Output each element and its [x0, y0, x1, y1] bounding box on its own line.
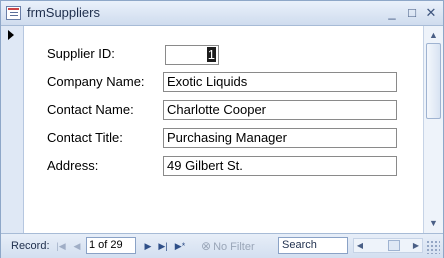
horizontal-scroll-thumb[interactable]: [388, 240, 400, 251]
current-record-icon: [8, 30, 14, 40]
filter-toggle[interactable]: ⊗ No Filter: [201, 239, 255, 254]
title-bar[interactable]: frmSuppliers _ □ ✕: [1, 1, 443, 26]
search-input[interactable]: Search: [278, 237, 348, 254]
next-record-icon[interactable]: ▶: [142, 239, 154, 253]
scroll-thumb[interactable]: [426, 43, 441, 119]
scroll-left-icon[interactable]: ◀: [354, 239, 366, 252]
company-name-field[interactable]: Exotic Liquids: [163, 72, 397, 92]
previous-record-icon[interactable]: ◀: [71, 239, 83, 253]
filter-icon: ⊗: [201, 239, 212, 253]
filter-label: No Filter: [213, 241, 255, 253]
close-icon[interactable]: ✕: [422, 4, 440, 21]
record-navigation-bar: Record: |◀ ◀ 1 of 29 ▶ ▶| ▶* ⊗ No Filter …: [1, 233, 443, 258]
new-record-icon[interactable]: ▶*: [173, 239, 187, 253]
minimize-icon[interactable]: _: [383, 4, 401, 21]
contact-name-label: Contact Name:: [47, 102, 134, 117]
maximize-icon[interactable]: □: [403, 4, 421, 21]
last-record-icon[interactable]: ▶|: [157, 239, 169, 253]
record-selector[interactable]: [1, 26, 24, 233]
address-field[interactable]: 49 Gilbert St.: [163, 156, 397, 176]
form-icon: [6, 6, 21, 20]
address-label: Address:: [47, 158, 99, 173]
contact-title-label: Contact Title:: [47, 130, 123, 145]
first-record-icon[interactable]: |◀: [55, 239, 67, 253]
record-label: Record:: [11, 240, 50, 252]
vertical-scrollbar[interactable]: ▲ ▼: [423, 26, 443, 233]
record-position-input[interactable]: 1 of 29: [86, 237, 136, 254]
form-window: frmSuppliers _ □ ✕ Supplier ID: 1 Compan…: [0, 0, 444, 258]
supplier-id-value: 1: [206, 47, 216, 62]
supplier-id-label: Supplier ID:: [47, 46, 115, 61]
company-name-label: Company Name:: [47, 74, 145, 89]
supplier-id-field[interactable]: 1: [165, 45, 219, 65]
contact-name-field[interactable]: Charlotte Cooper: [163, 100, 397, 120]
contact-title-field[interactable]: Purchasing Manager: [163, 128, 397, 148]
window-title: frmSuppliers: [27, 5, 100, 20]
scroll-down-icon[interactable]: ▼: [426, 216, 441, 230]
scroll-up-icon[interactable]: ▲: [426, 28, 441, 42]
horizontal-scrollbar[interactable]: ◀ ▶: [353, 238, 423, 253]
resize-grip-icon[interactable]: [426, 240, 440, 254]
scroll-right-icon[interactable]: ▶: [410, 239, 422, 252]
